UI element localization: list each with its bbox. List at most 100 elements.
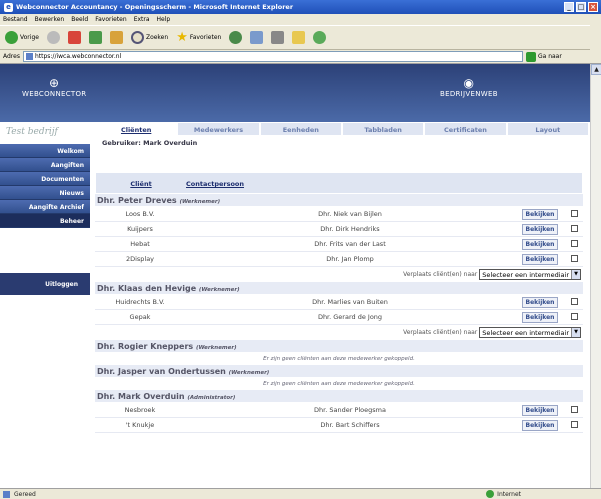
- tab-tabbladen[interactable]: Tabbladen: [341, 122, 425, 136]
- contact-name: Dhr. Dirk Hendriks: [320, 225, 380, 233]
- employee-group-header: Dhr. Peter Dreves (Werknemer): [95, 194, 583, 207]
- view-button[interactable]: Bekijken: [521, 208, 559, 220]
- site-header: ⊕ WEBCONNECTOR ◉ BEDRIJVENWEB: [0, 64, 590, 122]
- menu-item-beeld[interactable]: Beeld: [71, 16, 88, 23]
- maximize-button[interactable]: □: [576, 2, 586, 12]
- favorites-label: Favorieten: [189, 34, 222, 41]
- view-button[interactable]: Bekijken: [521, 296, 559, 308]
- status-text: Gereed: [14, 490, 36, 498]
- table-row: Nesbroek Dhr. Sander Ploegsma Bekijken: [95, 403, 583, 418]
- employee-name: Dhr. Mark Overduin: [97, 392, 185, 401]
- table-row: Kuijpers Dhr. Dirk Hendriks Bekijken: [95, 222, 583, 237]
- search-label: Zoeken: [145, 34, 169, 41]
- address-input[interactable]: https://iwca.webconnector.nl: [22, 51, 523, 62]
- menu-item-bewerken[interactable]: Bewerken: [35, 16, 65, 23]
- security-zone: Internet: [486, 490, 521, 498]
- empty-note: Er zijn geen cliënten aan deze medewerke…: [263, 381, 415, 387]
- view-button[interactable]: Bekijken: [521, 253, 559, 265]
- logout-button[interactable]: Uitloggen: [0, 273, 90, 295]
- menu-item-help[interactable]: Help: [157, 16, 171, 23]
- row-checkbox[interactable]: [570, 224, 578, 232]
- go-button[interactable]: Ga naar: [525, 51, 562, 62]
- refresh-icon: [88, 31, 102, 44]
- history-icon: [229, 31, 243, 44]
- menu-item-bestand[interactable]: Bestand: [3, 16, 28, 23]
- column-header-contact[interactable]: Contactpersoon: [186, 173, 286, 193]
- view-button[interactable]: Bekijken: [521, 223, 559, 235]
- row-checkbox[interactable]: [570, 209, 578, 217]
- intermediary-select-value: Selecteer een intermediair: [482, 328, 569, 337]
- forward-button[interactable]: [45, 29, 62, 46]
- intermediary-select[interactable]: Selecteer een intermediair ▼: [479, 327, 581, 338]
- table-header: Cliënt Contactpersoon: [95, 172, 583, 194]
- tab-medewerkers[interactable]: Medewerkers: [177, 122, 260, 136]
- tab-eenheden[interactable]: Eenheden: [259, 122, 342, 136]
- sidebar-item-aangifte-archief[interactable]: Aangifte Archief: [0, 200, 90, 214]
- stop-icon: [67, 31, 81, 44]
- row-checkbox[interactable]: [570, 405, 578, 413]
- close-button[interactable]: ×: [588, 2, 598, 12]
- table-row: 2Display Dhr. Jan Plomp Bekijken: [95, 252, 583, 267]
- refresh-button[interactable]: [87, 29, 104, 46]
- tab-clienten[interactable]: Cliënten: [95, 122, 178, 136]
- sidebar-item-nieuws[interactable]: Nieuws: [0, 186, 90, 200]
- favorites-button[interactable]: ★ Favorieten: [174, 28, 223, 47]
- employee-role: (Werknemer): [228, 370, 270, 376]
- row-checkbox[interactable]: [570, 254, 578, 262]
- tab-layout[interactable]: Layout: [506, 122, 589, 136]
- ie-icon: e: [4, 2, 13, 12]
- intermediary-select[interactable]: Selecteer een intermediair ▼: [479, 269, 581, 280]
- sidebar: Welkom Aangiften Documenten Nieuws Aangi…: [0, 144, 90, 228]
- intermediary-select-value: Selecteer een intermediair: [482, 270, 569, 279]
- messenger-button[interactable]: [311, 29, 328, 46]
- employee-role: (Werknemer): [179, 199, 221, 205]
- menu-item-extra[interactable]: Extra: [134, 16, 150, 23]
- stop-button[interactable]: [66, 29, 83, 46]
- back-arrow-icon: [5, 31, 18, 44]
- view-button[interactable]: Bekijken: [521, 311, 559, 323]
- minimize-button[interactable]: _: [564, 2, 574, 12]
- row-checkbox[interactable]: [570, 239, 578, 247]
- scroll-up-icon[interactable]: ▲: [591, 64, 601, 75]
- back-button[interactable]: Vorige: [3, 29, 41, 46]
- globe-icon: [486, 490, 495, 498]
- sidebar-item-welkom[interactable]: Welkom: [0, 144, 90, 158]
- row-checkbox[interactable]: [570, 312, 578, 320]
- employee-name: Dhr. Rogier Kneppers: [97, 342, 194, 351]
- sidebar-item-aangiften[interactable]: Aangiften: [0, 158, 90, 172]
- view-button[interactable]: Bekijken: [521, 404, 559, 416]
- view-button[interactable]: Bekijken: [521, 419, 559, 431]
- address-label: Adres: [3, 53, 20, 60]
- menu-item-favorieten[interactable]: Favorieten: [95, 16, 126, 23]
- page-status-icon: [3, 490, 10, 498]
- move-clients-row: Verplaats cliënt(en) naar Selecteer een …: [95, 325, 583, 340]
- client-name: Loos B.V.: [125, 210, 155, 218]
- history-button[interactable]: [227, 29, 244, 46]
- home-button[interactable]: [108, 29, 125, 46]
- status-bar: Gereed Internet: [0, 488, 601, 499]
- mail-button[interactable]: [248, 29, 265, 46]
- tab-certificaten[interactable]: Certificaten: [424, 122, 507, 136]
- main-content: Cliënten Medewerkers Eenheden Tabbladen …: [90, 122, 589, 433]
- folder-button[interactable]: [290, 29, 307, 46]
- search-button[interactable]: Zoeken: [129, 29, 170, 46]
- contact-name: Dhr. Jan Plomp: [326, 255, 374, 263]
- page-scrollbar[interactable]: ▲: [590, 64, 601, 488]
- move-label: Verplaats cliënt(en) naar: [403, 329, 478, 336]
- row-checkbox[interactable]: [570, 297, 578, 305]
- employee-group-header: Dhr. Jasper van Ondertussen (Werknemer): [95, 365, 583, 378]
- row-checkbox[interactable]: [570, 420, 578, 428]
- sidebar-item-documenten[interactable]: Documenten: [0, 172, 90, 186]
- view-button[interactable]: Bekijken: [521, 238, 559, 250]
- sidebar-item-beheer[interactable]: Beheer: [0, 214, 90, 228]
- print-button[interactable]: [269, 29, 286, 46]
- bedrijvenweb-logo-text: BEDRIJVENWEB: [440, 90, 498, 98]
- employee-group-header: Dhr. Mark Overduin (Administrator): [95, 390, 583, 403]
- column-header-client[interactable]: Cliënt: [96, 173, 186, 193]
- client-name: Hebat: [130, 240, 150, 248]
- employee-role: (Werknemer): [195, 345, 237, 351]
- address-url: https://iwca.webconnector.nl: [34, 53, 122, 60]
- client-name: 't Knukje: [125, 421, 155, 429]
- employee-role: (Administrator): [187, 395, 236, 401]
- print-icon: [271, 31, 285, 44]
